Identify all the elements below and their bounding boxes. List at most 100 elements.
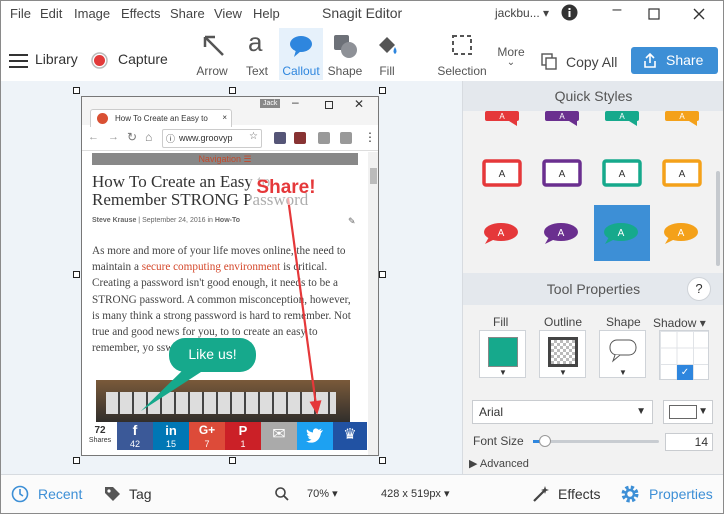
text-color-picker[interactable]: ▼ bbox=[663, 400, 713, 424]
gear-icon bbox=[621, 485, 639, 503]
callout-tool[interactable]: Callout bbox=[279, 28, 323, 80]
font-select[interactable]: Arial ▼ bbox=[472, 400, 653, 424]
bottom-bar: Recent Tag 70% ▾ 428 x 519px ▾ Effects P… bbox=[1, 474, 723, 513]
more-button[interactable]: More ⌄ bbox=[495, 45, 527, 73]
quick-style-swatch[interactable]: A bbox=[661, 159, 711, 197]
close-icon[interactable] bbox=[693, 8, 705, 20]
quick-style-swatch[interactable]: A bbox=[539, 111, 589, 127]
resize-handle-s[interactable] bbox=[229, 457, 236, 464]
fill-tool[interactable]: Fill bbox=[369, 28, 405, 80]
resize-handle-sw[interactable] bbox=[73, 457, 80, 464]
shares-count: 72 Shares bbox=[83, 422, 117, 450]
googleplus-share-button[interactable]: G+ 7 bbox=[189, 422, 225, 450]
menu-help[interactable]: Help bbox=[253, 6, 280, 21]
browser-tab[interactable]: How To Create an Easy to × bbox=[90, 109, 232, 127]
text-tool[interactable]: a Text bbox=[241, 27, 273, 80]
copy-all-button[interactable]: Copy All bbox=[566, 54, 617, 70]
canvas-size-dropdown[interactable]: 428 x 519px ▾ bbox=[381, 487, 450, 500]
url-text: www.groovyp bbox=[179, 133, 233, 143]
outline-color-swatch bbox=[548, 337, 578, 367]
font-size-slider[interactable] bbox=[533, 435, 659, 447]
quick-style-swatch[interactable]: A bbox=[659, 111, 709, 127]
font-size-slider-thumb[interactable] bbox=[539, 435, 551, 447]
info-icon: ⓘ bbox=[166, 134, 176, 144]
chevron-down-icon: ▾ bbox=[543, 6, 550, 20]
extension-icon bbox=[294, 132, 306, 144]
quick-style-swatch[interactable]: A bbox=[539, 221, 589, 259]
address-bar[interactable]: ⓘ www.groovyp ☆ bbox=[162, 129, 262, 148]
quick-style-swatch[interactable]: A bbox=[481, 159, 531, 197]
pinterest-share-button[interactable]: P1 bbox=[225, 422, 261, 450]
minimize-icon[interactable]: – bbox=[607, 1, 627, 19]
user-account[interactable]: jackbu... ▾ bbox=[495, 6, 549, 20]
svg-text:A: A bbox=[559, 169, 566, 180]
hamburger-icon[interactable] bbox=[9, 54, 28, 68]
captured-image[interactable]: How To Create an Easy to × Jack – ✕ ← → … bbox=[81, 96, 379, 456]
tag-button[interactable]: Tag bbox=[129, 486, 152, 502]
callout-tool-label: Callout bbox=[282, 64, 320, 78]
library-button[interactable]: Library bbox=[35, 51, 78, 67]
quick-style-swatch[interactable]: A bbox=[599, 111, 649, 127]
capture-button[interactable]: Capture bbox=[118, 51, 168, 67]
recent-button[interactable]: Recent bbox=[38, 486, 82, 502]
zoom-dropdown[interactable]: 70% ▾ bbox=[307, 487, 338, 500]
menu-image[interactable]: Image bbox=[74, 6, 110, 21]
nav-bar: Navigation ☰ bbox=[92, 153, 358, 165]
page-scrollbar[interactable] bbox=[368, 152, 378, 455]
resize-handle-e[interactable] bbox=[379, 271, 386, 278]
menu-view[interactable]: View bbox=[214, 6, 242, 21]
resize-handle-n[interactable] bbox=[229, 87, 236, 94]
edit-icon: ✎ bbox=[348, 216, 356, 226]
properties-button[interactable]: Properties bbox=[649, 486, 713, 502]
quick-style-swatch[interactable]: A bbox=[479, 111, 529, 127]
fill-color-picker[interactable]: ▼ bbox=[479, 330, 526, 378]
shape-icon bbox=[334, 35, 357, 58]
resize-handle-nw[interactable] bbox=[73, 87, 80, 94]
advanced-toggle[interactable]: ▶ Advanced bbox=[469, 457, 529, 470]
twitter-share-button[interactable] bbox=[297, 422, 333, 450]
sumome-share-button[interactable]: ♛ bbox=[333, 422, 367, 450]
font-size-input[interactable]: 14 bbox=[665, 433, 713, 451]
shape-tool[interactable]: Shape bbox=[325, 28, 365, 80]
shares-count-label: Shares bbox=[88, 437, 112, 444]
resize-handle-w[interactable] bbox=[73, 271, 80, 278]
selection-tool[interactable]: Selection bbox=[433, 28, 491, 80]
shadow-picker[interactable]: ✓ bbox=[659, 330, 709, 380]
share-count: 1 bbox=[240, 439, 246, 449]
svg-text:A: A bbox=[679, 112, 685, 121]
quick-style-swatch[interactable]: A bbox=[541, 159, 591, 197]
share-callout-text[interactable]: Share! bbox=[250, 177, 322, 205]
quick-styles-scrollbar[interactable] bbox=[716, 171, 720, 266]
fill-tool-label: Fill bbox=[379, 64, 395, 78]
quick-style-swatch[interactable]: A bbox=[479, 221, 529, 259]
share-button[interactable]: Share bbox=[631, 47, 718, 74]
quick-styles-title: Quick Styles bbox=[554, 88, 633, 104]
resize-handle-se[interactable] bbox=[379, 457, 386, 464]
menu-share[interactable]: Share bbox=[170, 6, 205, 21]
chevron-down-icon: ▼ bbox=[636, 406, 646, 417]
quick-style-swatch[interactable]: A bbox=[601, 159, 651, 197]
help-icon: ? bbox=[695, 281, 703, 296]
shadow-dropdown[interactable]: Shadow ▾ bbox=[653, 316, 706, 330]
info-icon[interactable] bbox=[561, 4, 578, 21]
resize-handle-ne[interactable] bbox=[379, 87, 386, 94]
keyboard-photo bbox=[96, 380, 350, 426]
quick-style-swatch[interactable]: A bbox=[659, 221, 709, 259]
outline-color-picker[interactable]: ▼ bbox=[539, 330, 586, 378]
menu-effects[interactable]: Effects bbox=[121, 6, 161, 21]
arrow-tool[interactable]: Arrow bbox=[192, 28, 232, 80]
shape-picker[interactable]: ▼ bbox=[599, 330, 646, 378]
effects-button[interactable]: Effects bbox=[558, 486, 601, 502]
linkedin-share-button[interactable]: in 15 bbox=[153, 422, 189, 450]
help-button[interactable]: ? bbox=[687, 277, 711, 301]
arrow-tool-label: Arrow bbox=[196, 64, 228, 78]
maximize-icon[interactable] bbox=[648, 8, 660, 20]
quick-style-swatch[interactable]: A bbox=[599, 221, 649, 259]
facebook-share-button[interactable]: f 42 bbox=[117, 422, 153, 450]
email-share-button[interactable]: ✉ bbox=[261, 422, 297, 450]
scrollbar-thumb[interactable] bbox=[370, 168, 377, 184]
menu-edit[interactable]: Edit bbox=[40, 6, 62, 21]
record-icon[interactable] bbox=[91, 52, 108, 69]
body-link[interactable]: secure computing environment bbox=[142, 261, 281, 273]
menu-file[interactable]: File bbox=[10, 6, 31, 21]
